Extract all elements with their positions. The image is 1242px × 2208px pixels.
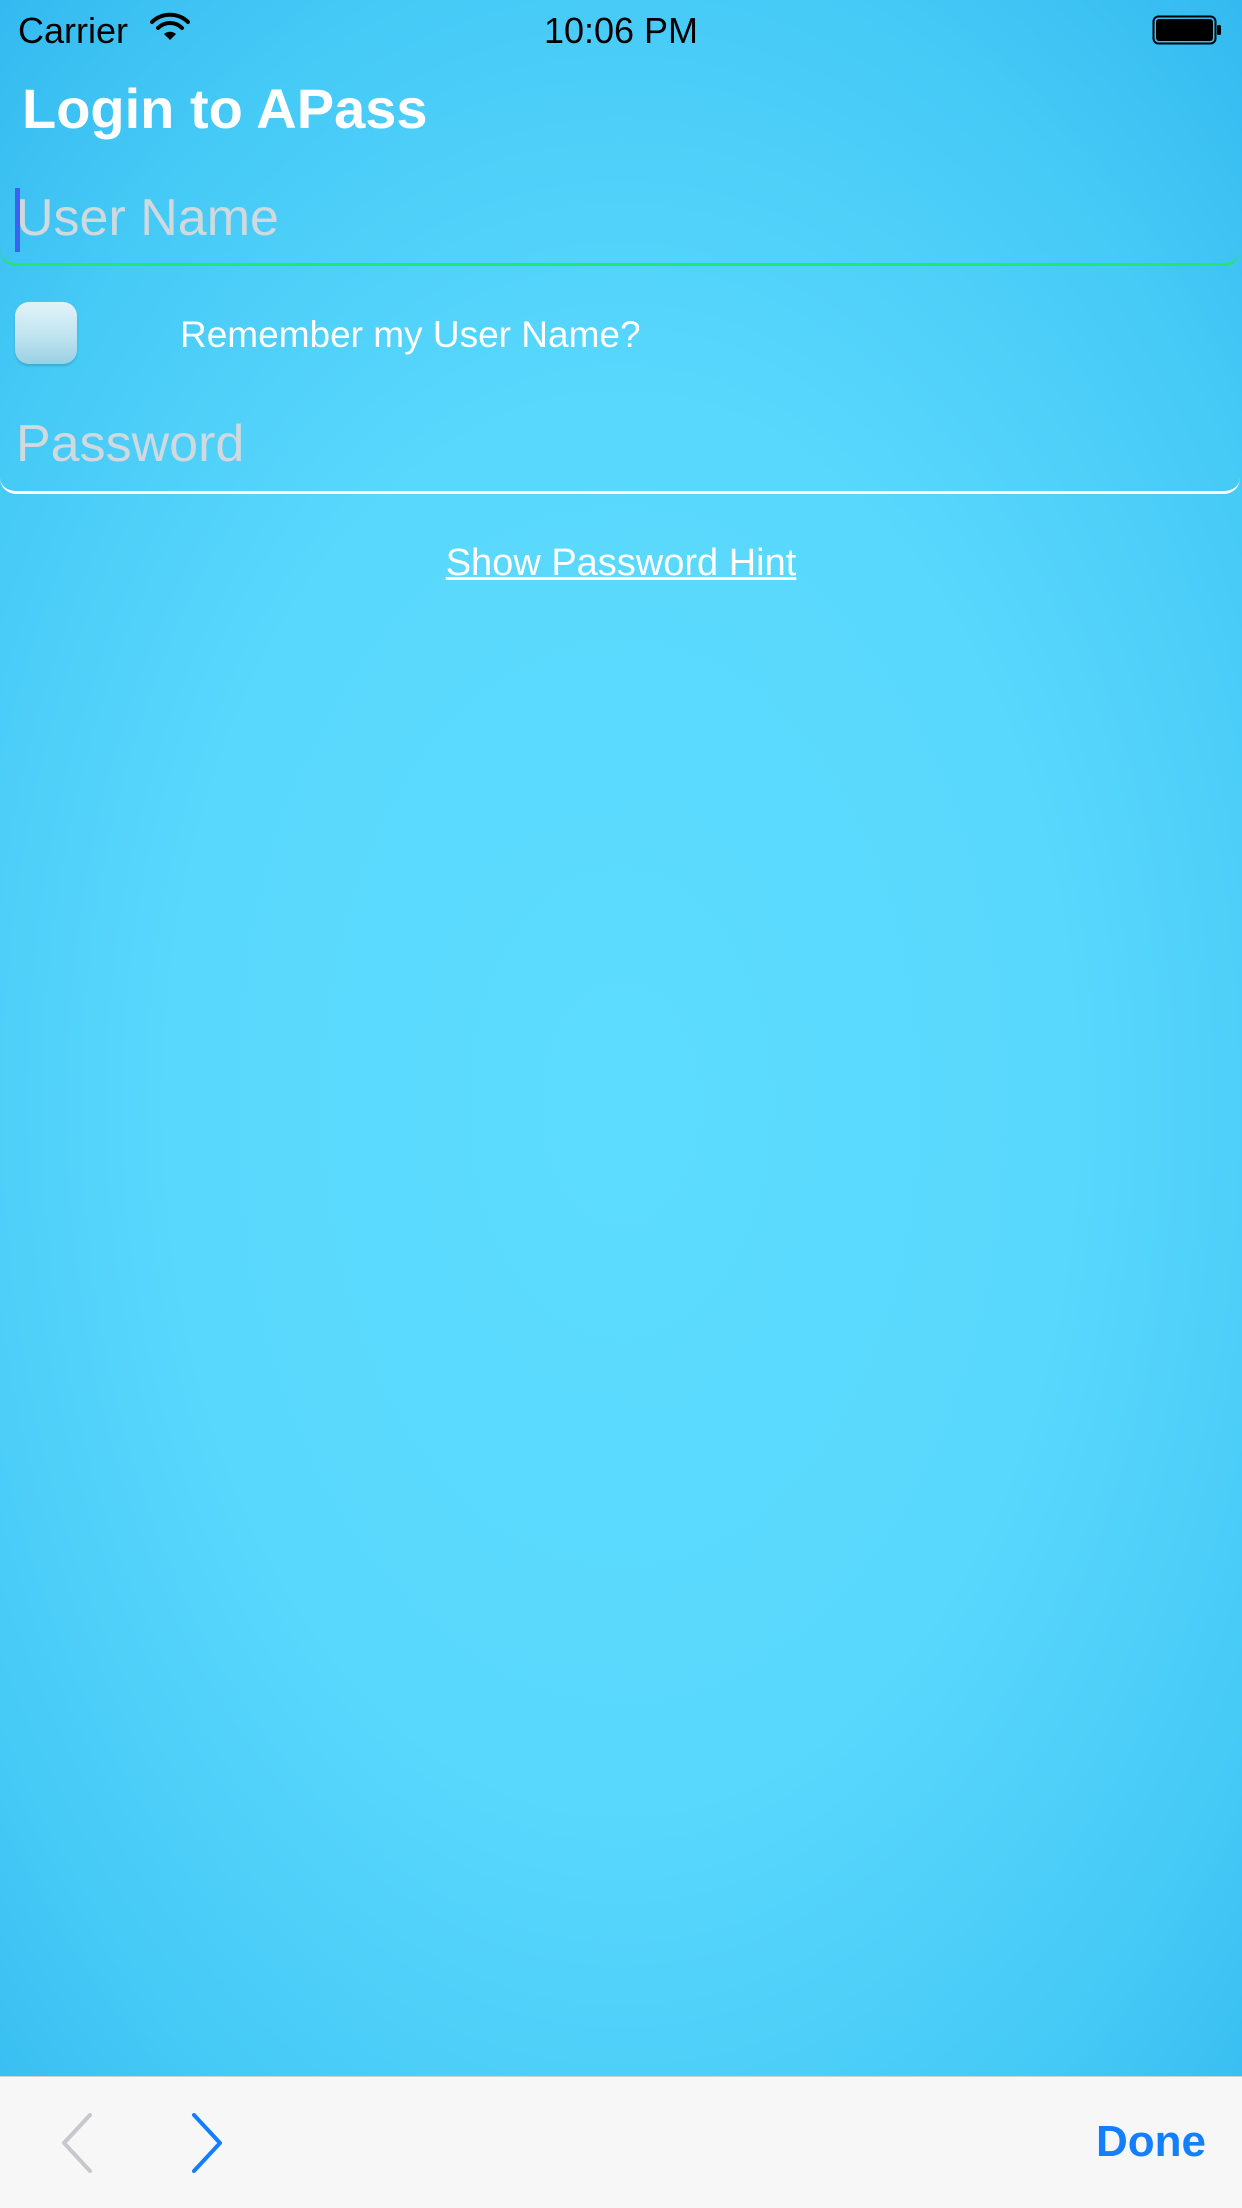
remember-username-row: Remember my User Name? <box>0 300 1242 366</box>
chevron-right-icon[interactable] <box>186 2113 226 2173</box>
remember-username-checkbox[interactable] <box>15 302 77 364</box>
username-field[interactable]: User Name <box>0 170 1240 266</box>
battery-icon <box>1152 15 1222 45</box>
status-time: 10:06 PM <box>543 10 699 51</box>
remember-username-label: Remember my User Name? <box>180 314 641 355</box>
password-placeholder: Password <box>16 415 245 473</box>
page-title: Login to APass <box>22 77 428 140</box>
keyboard-toolbar: Done <box>0 2076 1242 2208</box>
username-placeholder: User Name <box>16 189 279 247</box>
chevron-left-icon[interactable] <box>58 2113 98 2173</box>
done-button[interactable]: Done <box>1096 2117 1206 2167</box>
show-password-hint-link[interactable]: Show Password Hint <box>0 542 1242 585</box>
password-field[interactable]: Password <box>0 396 1240 494</box>
status-bar: Carrier 10:06 PM <box>0 0 1242 60</box>
